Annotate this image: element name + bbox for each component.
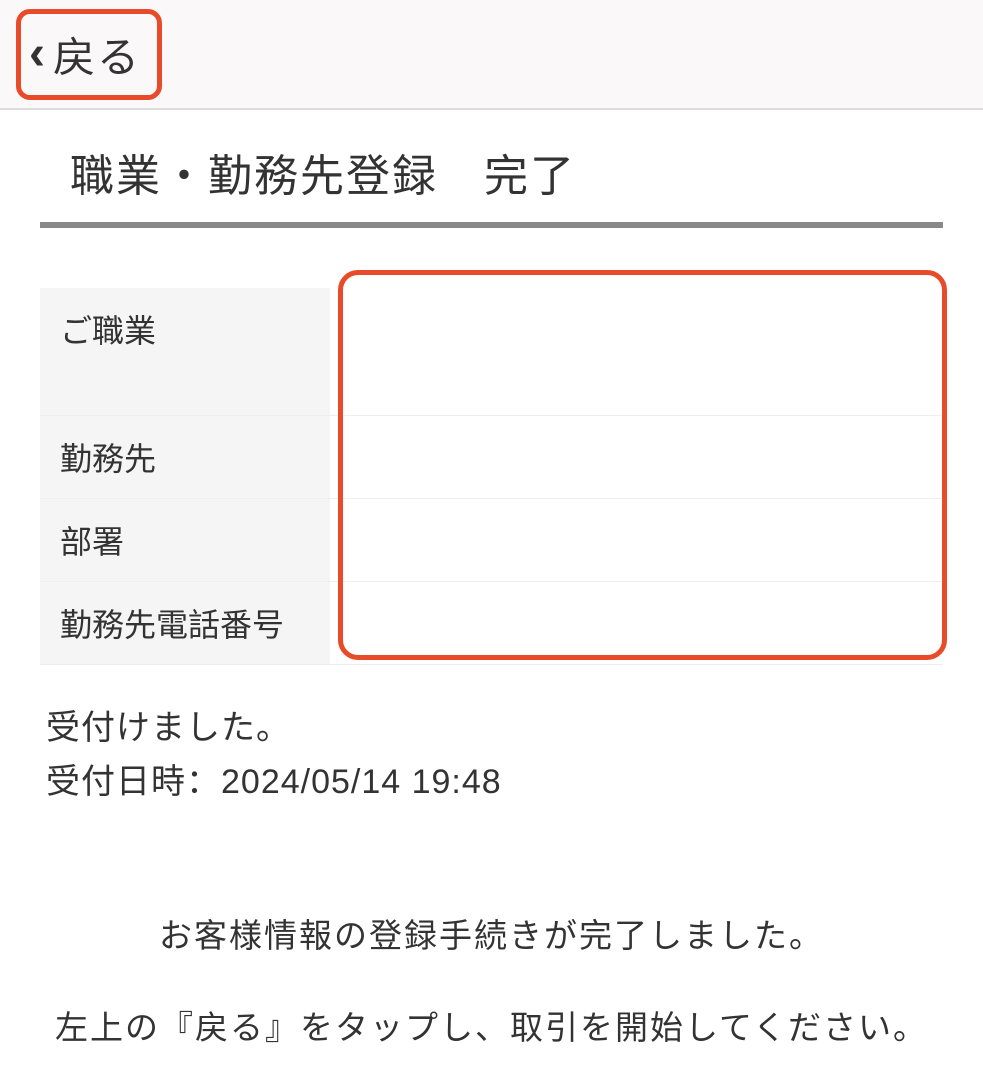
form-label-occupation: ご職業 [40,288,330,415]
header-bar: ‹ 戻る [0,0,983,110]
form-area: ご職業 勤務先 部署 勤務先電話番号 [40,288,943,665]
form-row-workplace: 勤務先 [40,416,943,499]
form-value-occupation [330,288,943,415]
status-datetime-label: 受付日時： [46,763,221,801]
form-row-department: 部署 [40,499,943,582]
back-button-label: 戻る [53,24,141,85]
status-accepted: 受付けました。 [46,701,937,755]
form-label-workplace: 勤務先 [40,416,330,498]
form-row-occupation: ご職業 [40,288,943,416]
form-row-phone: 勤務先電話番号 [40,582,943,665]
form-label-department: 部署 [40,499,330,581]
status-area: 受付けました。 受付日時：2024/05/14 19:48 [46,701,937,810]
form-value-phone [330,582,943,664]
status-datetime-value: 2024/05/14 19:48 [221,763,502,801]
form-label-phone: 勤務先電話番号 [40,582,330,664]
form-value-department [330,499,943,581]
chevron-left-icon: ‹ [29,30,45,78]
form-value-workplace [330,416,943,498]
info-line2: 左上の『戻る』をタップし、取引を開始してください。 [30,982,953,1074]
info-text: お客様情報の登録手続きが完了しました。 左上の『戻る』をタップし、取引を開始して… [30,890,953,1075]
content-area: 職業・勤務先登録 完了 ご職業 勤務先 部署 勤務先電話番号 受付けました。 受… [0,110,983,1075]
page-title: 職業・勤務先登録 完了 [30,140,953,222]
info-line1: お客様情報の登録手続きが完了しました。 [30,890,953,982]
status-datetime: 受付日時：2024/05/14 19:48 [46,755,937,809]
back-button[interactable]: ‹ 戻る [16,9,162,100]
title-underline [40,222,943,228]
